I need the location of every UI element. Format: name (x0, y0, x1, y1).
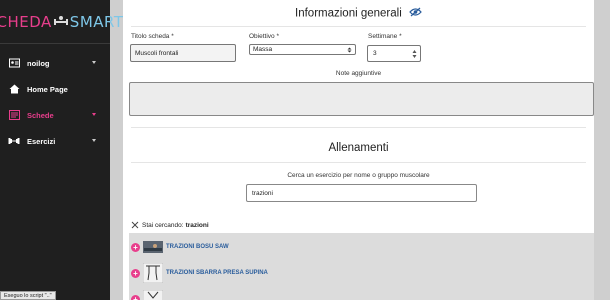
eye-slash-icon[interactable] (409, 7, 422, 20)
divider (131, 26, 586, 27)
search-status-prefix: Stai cercando: (142, 221, 184, 229)
app-logo[interactable]: SCHEDA SMART (0, 0, 123, 44)
sidebar-item-label: Esercizi (27, 136, 56, 146)
list-item: + TRAZIONI BOSU SAW (131, 236, 229, 258)
sidebar-nav: noilog Home Page Schede Esercizi (0, 50, 110, 154)
list-item: + TRAZIONI SBARRA PRESA SUPINA (131, 262, 268, 284)
obiettivo-label: Obiettivo * (249, 33, 279, 40)
sidebar-item-home-page[interactable]: Home Page (0, 76, 110, 102)
general-info-title: Informazioni generali (295, 7, 402, 20)
close-icon[interactable] (131, 221, 139, 229)
browser-status-bar: Eseguo lo script ".." (0, 291, 56, 300)
chevron-down-icon (92, 113, 96, 116)
settimane-number-input[interactable]: 3 (367, 45, 421, 62)
add-exercise-button[interactable]: + (131, 294, 140, 300)
titolo-scheda-input[interactable]: Muscoli frontali (130, 44, 236, 62)
chevron-down-icon (92, 139, 96, 142)
dumbbell-icon (8, 135, 20, 147)
divider (131, 162, 586, 163)
select-arrows-icon (347, 47, 352, 53)
spinner-arrows-icon[interactable] (412, 49, 417, 59)
exercise-search-input[interactable]: trazioni (246, 184, 477, 202)
sidebar-item-schede[interactable]: Schede (0, 102, 110, 128)
general-info-heading: Informazioni generali (123, 7, 594, 20)
chevron-down-icon (92, 61, 96, 64)
sidebar-item-esercizi[interactable]: Esercizi (0, 128, 110, 154)
home-icon (8, 83, 20, 95)
main-panel: Informazioni generali Titolo scheda * Mu… (123, 0, 594, 300)
exercise-link[interactable]: TRAZIONI SBARRA PRESA SUPINA (166, 270, 268, 276)
sidebar: SCHEDA SMART noilog Home Page (0, 0, 123, 300)
settimane-value: 3 (373, 50, 377, 57)
titolo-scheda-label: Titolo scheda * (131, 33, 174, 40)
logo-text-right: SMART (69, 12, 124, 31)
settimane-label: Settimane * (368, 33, 402, 40)
obiettivo-selected-value: Massa (253, 46, 273, 53)
add-exercise-button[interactable]: + (131, 242, 140, 252)
search-hint: Cerca un esercizio per nome o gruppo mus… (287, 172, 430, 179)
exercise-link[interactable]: TRAZIONI BOSU SAW (166, 244, 229, 250)
divider (131, 127, 586, 128)
search-results: + TRAZIONI BOSU SAW + TRAZIONI SBARRA PR… (129, 233, 594, 300)
logo-text-left: SCHEDA (0, 12, 52, 31)
add-exercise-button[interactable]: + (131, 268, 140, 278)
sidebar-item-label: Schede (27, 110, 54, 120)
list-item: + (131, 288, 166, 300)
search-status-term: trazioni (185, 221, 209, 229)
id-card-icon (8, 57, 20, 69)
note-textarea[interactable] (129, 82, 594, 116)
obiettivo-select[interactable]: Massa (249, 44, 356, 55)
logo-dumbbell-icon (53, 14, 69, 30)
sheet-icon (8, 109, 20, 121)
exercise-thumbnail (142, 289, 164, 300)
sidebar-item-noilog[interactable]: noilog (0, 50, 110, 76)
exercise-thumbnail (142, 262, 164, 284)
note-label: Note aggiuntive (335, 70, 382, 77)
sidebar-item-label: noilog (27, 58, 50, 68)
allenamenti-title: Allenamenti (328, 142, 389, 154)
search-status: Stai cercando: trazioni (131, 221, 209, 229)
exercise-thumbnail (143, 237, 163, 257)
sidebar-item-label: Home Page (27, 84, 68, 94)
